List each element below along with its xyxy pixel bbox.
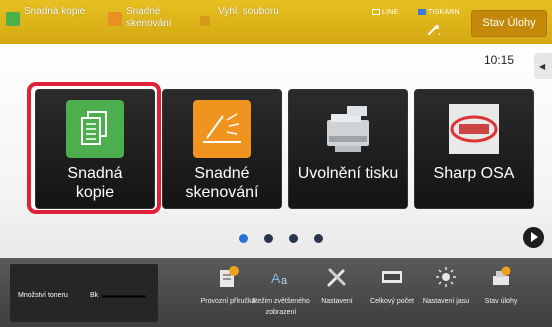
tile-label-line: Snadné: [194, 165, 250, 182]
tile-label-line: kopie: [75, 184, 115, 201]
wrench-icon: [428, 25, 440, 35]
printer-status-icon: [418, 9, 426, 16]
enlarged-display-button[interactable]: A a Režim zvětšeného zobrazení: [252, 264, 310, 326]
tile-label: Snadné skenování: [163, 164, 281, 202]
manual-icon: [220, 266, 239, 287]
svg-text:a: a: [281, 275, 288, 287]
settings-icon: [327, 268, 346, 287]
total-count-button[interactable]: Celkový počet: [366, 264, 418, 326]
counter-icon: [382, 271, 402, 283]
folder-shortcut-icon: [200, 16, 210, 26]
next-page-button[interactable]: [523, 227, 544, 248]
tile-label-line: Snadná: [67, 165, 123, 182]
page-dot[interactable]: [239, 234, 248, 243]
play-arrow-icon: [531, 232, 538, 242]
clock: 10:15: [484, 53, 515, 67]
copy-icon: [66, 100, 124, 158]
job-status-icon: [493, 266, 511, 285]
shortcut-label: Snadné skenování: [126, 6, 172, 29]
toner-level-bar: [102, 295, 146, 298]
side-panel-tab[interactable]: ◀: [534, 53, 552, 79]
page-dot[interactable]: [289, 234, 298, 243]
operation-guide-button[interactable]: Provozní příručka: [201, 264, 255, 326]
tile-easy-scan[interactable]: Snadné skenování: [162, 89, 282, 209]
tile-label: Uvolnění tisku: [297, 165, 399, 182]
shortcut-label: Snadná kopie: [24, 6, 86, 17]
tile-sharp-osa[interactable]: Sharp OSA: [414, 89, 534, 209]
brightness-icon: [436, 267, 456, 287]
scan-shortcut-icon: [108, 12, 122, 26]
printer-status-indicator: TISKÁRN: [418, 9, 460, 16]
line-status-icon: [372, 9, 380, 16]
tile-label: Sharp OSA: [433, 165, 515, 182]
page-dot[interactable]: [264, 234, 273, 243]
scan-icon: [193, 100, 251, 158]
bottom-item-label: Režim zvětšeného zobrazení: [252, 298, 310, 316]
line-status-label: LINE: [382, 9, 399, 16]
printer-status-label: TISKÁRN: [428, 9, 460, 16]
settings-button[interactable]: Nastavení: [311, 264, 363, 326]
toner-color-label: Bk: [90, 292, 99, 299]
tile-print-release[interactable]: Uvolnění tisku: [288, 89, 408, 209]
svg-text:A: A: [271, 270, 281, 286]
page-dot[interactable]: [314, 234, 323, 243]
toner-label: Množství toneru: [18, 292, 68, 299]
sharp-osa-icon: [449, 104, 499, 154]
job-status-bottom-button[interactable]: Stav úlohy: [475, 264, 527, 326]
chevron-left-icon: ◀: [539, 62, 546, 71]
line-status-indicator: LINE: [372, 9, 398, 16]
tile-easy-copy[interactable]: Snadná kopie: [35, 89, 155, 209]
copy-shortcut-icon: [6, 12, 20, 26]
enlarge-display-icon: A a: [271, 270, 288, 287]
shortcut-label: Vyhl. souboru: [218, 6, 279, 17]
printer-icon: [327, 106, 369, 152]
tile-label: Snadná kopie: [36, 164, 154, 202]
bottom-item-label: Stav úlohy: [484, 298, 518, 305]
brightness-button[interactable]: Nastavení jasu: [420, 264, 472, 326]
job-status-button[interactable]: Stav Úlohy: [471, 10, 547, 37]
tile-label-line: skenování: [185, 184, 259, 201]
